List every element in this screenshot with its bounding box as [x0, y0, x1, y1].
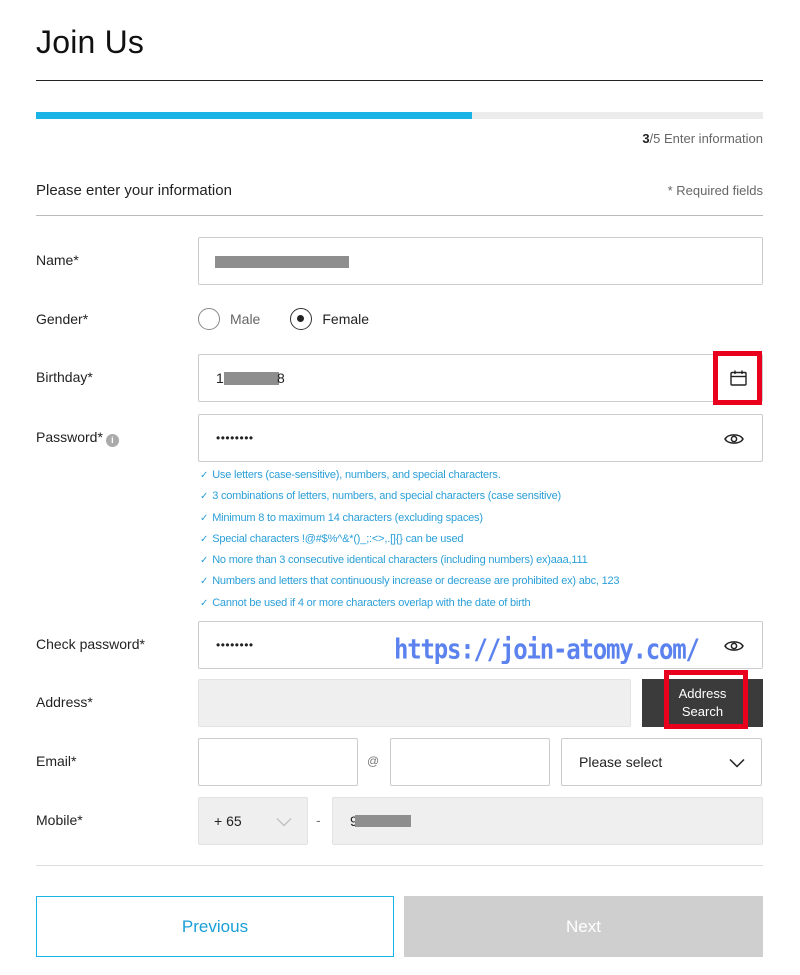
gender-male-label: Male: [230, 311, 261, 327]
country-code-value: + 65: [214, 813, 242, 829]
password-rule: ✓ Numbers and letters that continuously i…: [200, 574, 620, 595]
step-rest: /5 Enter information: [649, 131, 763, 146]
progress-fill: [36, 112, 473, 119]
birthday-value-end: 8: [277, 370, 285, 386]
password-rules-list: ✓ Use letters (case-sensitive), numbers, …: [200, 468, 620, 617]
address-search-line2: Search: [681, 704, 724, 719]
gender-male-radio[interactable]: Male: [198, 308, 260, 330]
password-rule: ✓ Special characters !@#$%^&*()_;:<>,.[]{…: [200, 532, 619, 553]
check-icon: ✓: [200, 597, 209, 609]
password-rule-text: Use letters (case-sensitive), numbers, a…: [212, 469, 501, 481]
eye-icon[interactable]: [724, 432, 744, 446]
address-label: Address*: [36, 694, 93, 710]
check-icon: ✓: [200, 470, 209, 481]
calendar-button[interactable]: [713, 351, 762, 405]
calendar-icon: [730, 370, 747, 386]
section-title: Please enter your information: [36, 182, 232, 199]
info-icon[interactable]: i: [105, 434, 119, 447]
email-local-input[interactable]: [198, 738, 358, 786]
address-search-line1: Address: [678, 686, 727, 701]
password-rule-text: No more than 3 consecutive identical cha…: [212, 554, 588, 567]
birthday-value-start: 1: [216, 370, 224, 386]
password-label: Password* i: [36, 429, 119, 447]
email-label: Email*: [36, 753, 77, 769]
password-rule-text: 3 combinations of letters, numbers, and …: [212, 490, 561, 503]
password-rule: ✓ 3 combinations of letters, numbers, and…: [200, 489, 619, 510]
next-button[interactable]: Next: [404, 896, 763, 957]
mobile-label: Mobile*: [36, 812, 83, 828]
password-rule: ✓ Cannot be used if 4 or more characters …: [200, 596, 619, 617]
password-rule: ✓ No more than 3 consecutive identical ch…: [200, 553, 619, 574]
radio-circle-female: [290, 308, 313, 330]
redacted-name: [215, 256, 349, 268]
title-divider: [36, 80, 763, 81]
email-domain-input[interactable]: [390, 738, 550, 786]
previous-button[interactable]: Previous: [36, 896, 394, 957]
email-domain-select[interactable]: Please select: [561, 738, 762, 786]
eye-icon[interactable]: [724, 639, 744, 653]
gender-female-label: Female: [322, 311, 370, 327]
password-rule-text: Cannot be used if 4 or more characters o…: [212, 596, 531, 609]
birthday-input[interactable]: 1 8: [198, 354, 763, 402]
footer-divider: [36, 865, 763, 866]
mobile-separator: -: [316, 812, 321, 828]
password-rule: ✓ Use letters (case-sensitive), numbers, …: [200, 468, 619, 489]
gender-label: Gender*: [36, 311, 89, 327]
watermark-url: https://join-atomy.com/: [394, 633, 700, 666]
redacted-birthday: [224, 372, 279, 385]
step-current: 3: [642, 131, 650, 146]
check-icon: ✓: [200, 576, 209, 588]
check-password-value: ••••••••: [216, 638, 254, 652]
progress-bar: [36, 112, 763, 119]
password-rule-text: Numbers and letters that continuously in…: [212, 575, 620, 588]
check-icon: ✓: [200, 533, 209, 545]
section-divider: [36, 215, 763, 216]
chevron-down-icon: [276, 818, 292, 827]
password-label-text: Password*: [36, 429, 103, 445]
check-icon: ✓: [200, 555, 209, 567]
name-label: Name*: [36, 252, 79, 268]
check-icon: ✓: [200, 512, 209, 524]
mobile-number-input: 9: [332, 797, 763, 845]
radio-circle-male: [198, 308, 220, 330]
password-rule-text: Minimum 8 to maximum 14 characters (excl…: [212, 511, 483, 524]
check-icon: ✓: [200, 491, 209, 503]
birthday-label: Birthday*: [36, 369, 93, 385]
check-password-label: Check password*: [36, 636, 145, 652]
password-rule-text: Special characters !@#$%^&*()_;:<>,.[]{}…: [212, 532, 464, 545]
address-search-button[interactable]: Address Search: [642, 679, 763, 727]
gender-radio-group: Male Female: [198, 308, 399, 330]
name-input[interactable]: [198, 237, 763, 285]
chevron-down-icon: [729, 758, 745, 768]
email-at-symbol: @: [367, 754, 380, 768]
address-input: [198, 679, 631, 727]
password-rule: ✓ Minimum 8 to maximum 14 characters (exc…: [200, 511, 619, 532]
password-value: ••••••••: [216, 431, 254, 445]
password-input[interactable]: ••••••••: [198, 414, 763, 462]
step-indicator: 3/5 Enter information: [642, 131, 763, 146]
gender-female-radio[interactable]: Female: [290, 308, 369, 330]
email-domain-select-value: Please select: [579, 754, 663, 770]
page-title: Join Us: [36, 24, 145, 60]
country-code-select[interactable]: + 65: [198, 797, 308, 845]
required-fields-note: * Required fields: [667, 183, 763, 198]
redacted-mobile: [355, 815, 411, 827]
